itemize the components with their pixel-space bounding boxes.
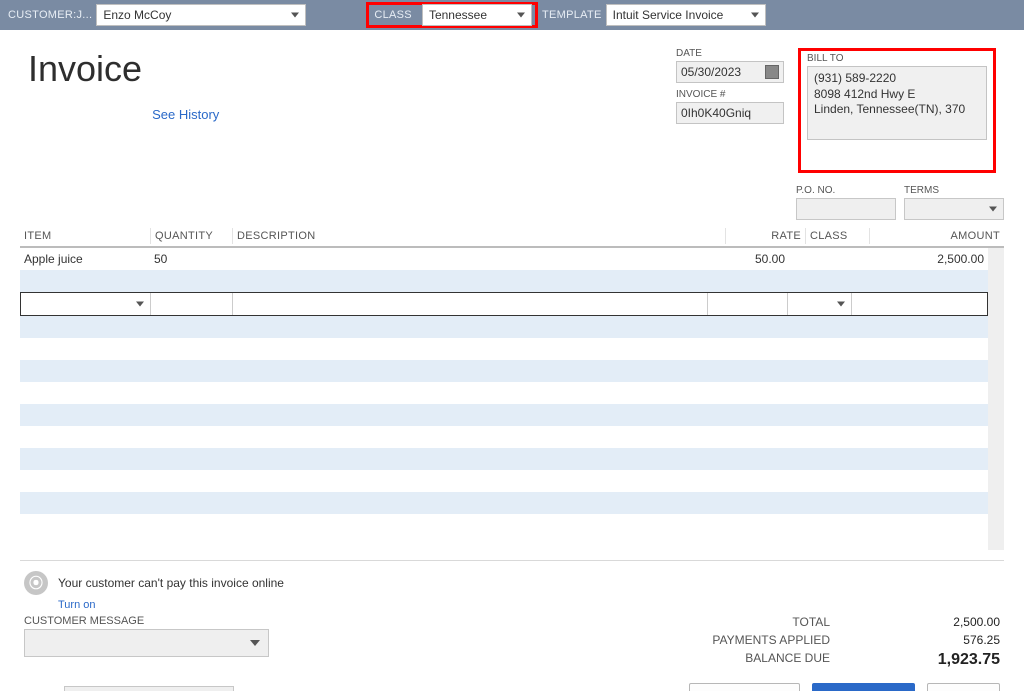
- invoice-no-input[interactable]: 0Ih0K40Gniq: [676, 102, 784, 124]
- customer-label: CUSTOMER:J...: [8, 9, 92, 21]
- revert-button[interactable]: Revert: [927, 683, 1000, 691]
- cell-item-dropdown[interactable]: [21, 293, 151, 315]
- footer: ⦿ Your customer can't pay this invoice o…: [0, 561, 1024, 691]
- template-label: TEMPLATE: [542, 9, 602, 21]
- table-row[interactable]: [20, 382, 988, 404]
- customer-message-label: CUSTOMER MESSAGE: [24, 615, 269, 627]
- line-items-grid: ITEM QUANTITY DESCRIPTION RATE CLASS AMO…: [0, 226, 1024, 550]
- col-item[interactable]: ITEM: [20, 228, 150, 244]
- table-row-active[interactable]: [20, 292, 988, 316]
- payments-label: PAYMENTS APPLIED: [712, 633, 830, 647]
- calendar-icon[interactable]: [765, 65, 779, 79]
- top-bar: CUSTOMER:J... Enzo McCoy CLASS Tennessee…: [0, 0, 1024, 30]
- save-and-close-button[interactable]: Save & Close: [689, 683, 800, 691]
- col-amount[interactable]: AMOUNT: [869, 228, 1004, 244]
- cell-rate[interactable]: 50.00: [709, 252, 789, 266]
- class-label: CLASS: [368, 9, 418, 21]
- chevron-down-icon: [250, 640, 260, 646]
- template-value: Intuit Service Invoice: [613, 8, 724, 22]
- table-row[interactable]: [20, 492, 988, 514]
- table-row[interactable]: [20, 360, 988, 382]
- table-row[interactable]: Apple juice 50 50.00 2,500.00: [20, 248, 988, 270]
- customer-value: Enzo McCoy: [103, 8, 171, 22]
- turn-on-link[interactable]: Turn on: [58, 599, 96, 611]
- date-value: 05/30/2023: [681, 65, 741, 79]
- total-value: 2,500.00: [870, 615, 1000, 629]
- class-section-highlight: CLASS Tennessee: [368, 4, 536, 26]
- payments-value: 576.25: [870, 633, 1000, 647]
- table-row[interactable]: [20, 514, 988, 536]
- cell-class-dropdown[interactable]: [788, 293, 852, 315]
- class-value: Tennessee: [429, 8, 487, 22]
- chevron-down-icon: [517, 13, 525, 18]
- cell-amount[interactable]: 2,500.00: [853, 252, 988, 266]
- grid-body[interactable]: ▴ ▾ Apple juice 50 50.00 2,500.00: [20, 248, 1004, 550]
- scroll-down-icon[interactable]: ▾: [988, 534, 1004, 550]
- bill-to-textarea[interactable]: (931) 589-2220 8098 412nd Hwy E Linden, …: [807, 66, 987, 140]
- table-row[interactable]: [20, 470, 988, 492]
- template-dropdown[interactable]: Intuit Service Invoice: [606, 4, 766, 26]
- invoice-header: Invoice See History DATE 05/30/2023 INVO…: [0, 30, 1024, 177]
- bill-to-label: BILL TO: [801, 51, 993, 66]
- info-icon: ⦿: [24, 571, 48, 595]
- terms-label: TERMS: [904, 185, 1004, 196]
- balance-value: 1,923.75: [870, 651, 1000, 669]
- cell-amount-input[interactable]: [852, 293, 987, 315]
- chevron-down-icon: [136, 302, 144, 307]
- customer-message-dropdown[interactable]: [24, 629, 269, 657]
- table-row[interactable]: [20, 426, 988, 448]
- total-label: TOTAL: [712, 615, 830, 629]
- chevron-down-icon: [751, 13, 759, 18]
- online-pay-message: Your customer can't pay this invoice onl…: [58, 576, 284, 590]
- customer-dropdown[interactable]: Enzo McCoy: [96, 4, 306, 26]
- table-row[interactable]: [20, 338, 988, 360]
- chevron-down-icon: [837, 302, 845, 307]
- page-title: Invoice: [28, 48, 142, 90]
- class-dropdown[interactable]: Tennessee: [422, 4, 532, 26]
- table-row[interactable]: [20, 316, 988, 338]
- cell-rate-input[interactable]: [708, 293, 788, 315]
- col-class[interactable]: CLASS: [805, 228, 869, 244]
- col-quantity[interactable]: QUANTITY: [150, 228, 232, 244]
- po-label: P.O. NO.: [796, 185, 896, 196]
- memo-input[interactable]: in_1NDbgcJDvsDKy0IhQw...: [64, 686, 234, 691]
- save-and-new-button[interactable]: Save & New: [812, 683, 915, 691]
- balance-label: BALANCE DUE: [712, 651, 830, 669]
- col-description[interactable]: DESCRIPTION: [232, 228, 725, 244]
- po-terms-row: P.O. NO. TERMS: [0, 177, 1024, 226]
- terms-dropdown[interactable]: [904, 198, 1004, 220]
- po-input[interactable]: [796, 198, 896, 220]
- see-history-link[interactable]: See History: [152, 107, 219, 122]
- invoice-no-label: INVOICE #: [676, 89, 784, 100]
- table-row[interactable]: [20, 404, 988, 426]
- scroll-up-icon[interactable]: ▴: [988, 248, 1004, 264]
- col-rate[interactable]: RATE: [725, 228, 805, 244]
- chevron-down-icon: [989, 207, 997, 212]
- grid-header: ITEM QUANTITY DESCRIPTION RATE CLASS AMO…: [20, 226, 1004, 248]
- invoice-no-value: 0Ih0K40Gniq: [681, 106, 751, 120]
- cell-qty[interactable]: 50: [150, 252, 232, 266]
- date-label: DATE: [676, 48, 784, 59]
- chevron-down-icon: [291, 13, 299, 18]
- bill-to-highlight: BILL TO (931) 589-2220 8098 412nd Hwy E …: [798, 48, 996, 173]
- cell-qty-input[interactable]: [151, 293, 233, 315]
- cell-desc-input[interactable]: [233, 293, 708, 315]
- table-row[interactable]: [20, 270, 988, 292]
- table-row[interactable]: [20, 448, 988, 470]
- cell-item[interactable]: Apple juice: [20, 252, 150, 266]
- totals-block: TOTAL 2,500.00 PAYMENTS APPLIED 576.25 B…: [712, 615, 1000, 669]
- date-input[interactable]: 05/30/2023: [676, 61, 784, 83]
